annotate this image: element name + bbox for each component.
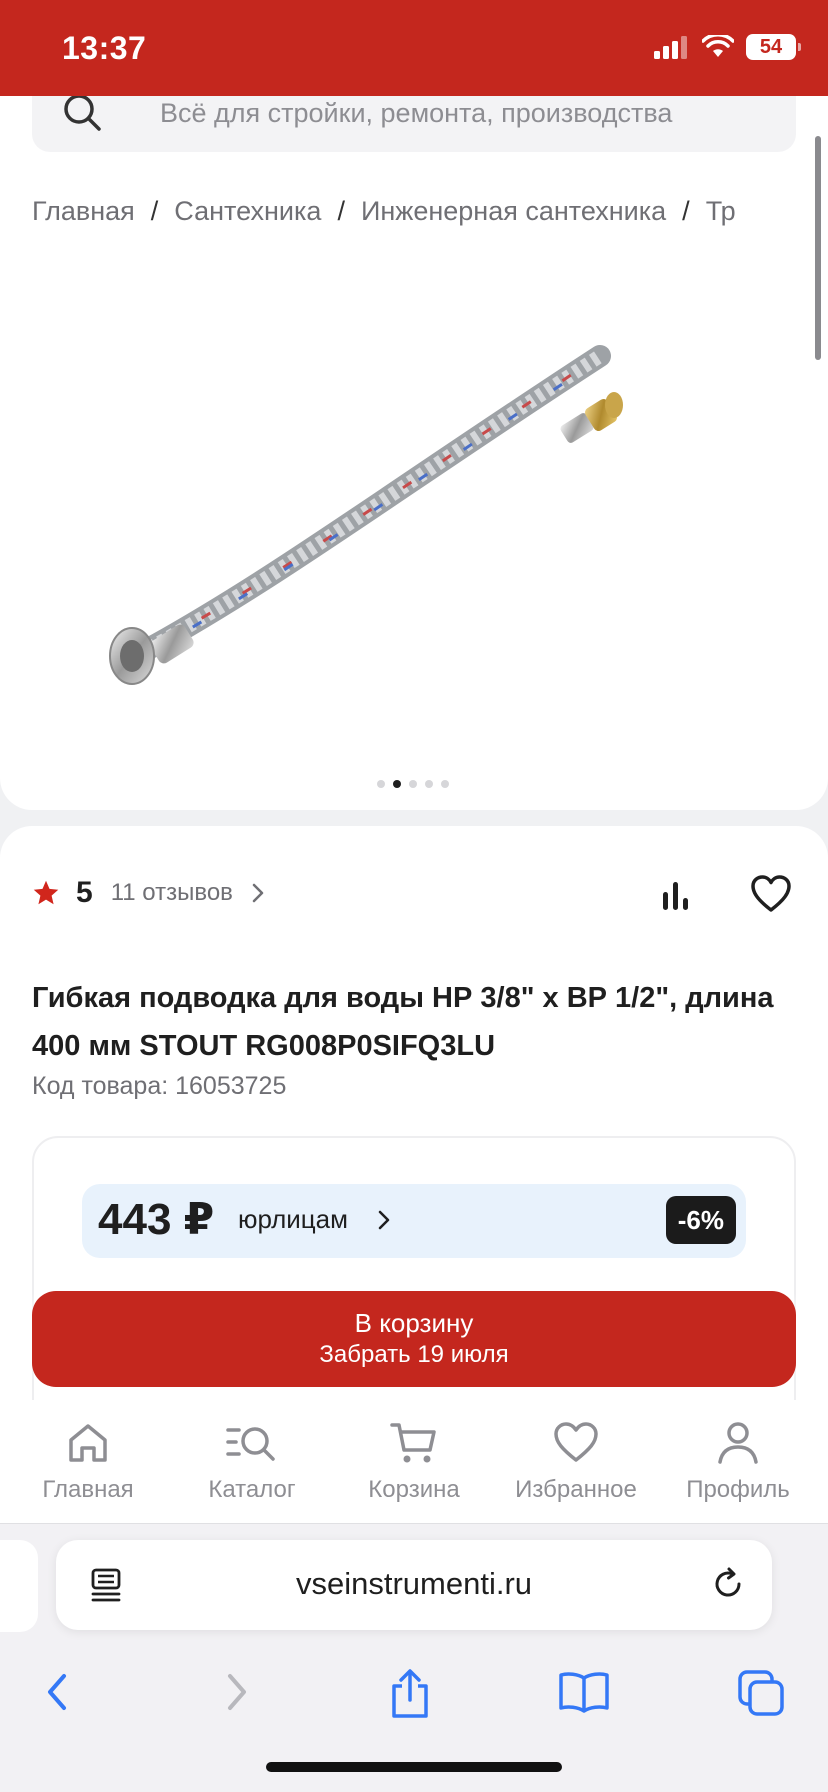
price-value: 443 ₽ xyxy=(98,1195,215,1244)
search-input[interactable]: Всё для стройки, ремонта, производства xyxy=(32,96,796,152)
scrollbar[interactable] xyxy=(815,136,821,360)
add-to-cart-label: В корзину xyxy=(354,1308,474,1338)
tab-home[interactable]: Главная xyxy=(6,1420,170,1504)
rating-value: 5 xyxy=(76,876,93,909)
tab-catalog[interactable]: Каталог xyxy=(170,1420,334,1504)
previous-tab-preview[interactable] xyxy=(0,1540,38,1632)
compare-icon[interactable] xyxy=(660,880,692,912)
chevron-right-icon xyxy=(378,1210,390,1230)
bookmarks-icon[interactable] xyxy=(558,1668,610,1716)
browser-toolbar xyxy=(0,1658,828,1738)
home-icon xyxy=(69,1424,107,1462)
home-indicator xyxy=(266,1762,562,1772)
breadcrumb-separator: / xyxy=(150,196,159,226)
pagination-dot[interactable] xyxy=(441,780,449,788)
breadcrumb-separator: / xyxy=(337,196,345,226)
discount-badge: -6% xyxy=(665,1196,736,1244)
status-icons: 54 xyxy=(654,34,801,60)
breadcrumb: Главная / Сантехника / Инженерная сантехника… xyxy=(32,196,796,236)
chevron-right-icon xyxy=(252,883,264,903)
address-bar[interactable]: vseinstrumenti.ru xyxy=(56,1540,772,1630)
breadcrumb-item[interactable]: Инженерная сантехника xyxy=(361,196,666,227)
product-image[interactable] xyxy=(100,336,740,696)
pickup-date-label: Забрать 19 июля xyxy=(319,1341,509,1368)
signal-icon xyxy=(654,36,687,59)
cart-icon xyxy=(390,1423,436,1463)
star-icon xyxy=(33,880,59,905)
product-gallery-card: Всё для стройки, ремонта, производства Г… xyxy=(0,96,828,810)
price-pill[interactable]: 443 ₽ юрлицам -6% xyxy=(82,1184,746,1258)
favorite-heart-icon[interactable] xyxy=(750,874,792,914)
heart-icon xyxy=(554,1422,598,1462)
breadcrumb-separator: / xyxy=(682,196,690,226)
profile-icon xyxy=(718,1422,758,1464)
pagination-dot[interactable] xyxy=(425,780,433,788)
url-text: vseinstrumenti.ru xyxy=(295,1566,533,1601)
browser-chrome: vseinstrumenti.ru xyxy=(0,1524,828,1792)
add-to-cart-button[interactable]: В корзину Забрать 19 июля xyxy=(32,1291,796,1387)
tabs-icon[interactable] xyxy=(736,1668,786,1718)
reload-icon[interactable] xyxy=(710,1566,746,1602)
tab-label: Профиль xyxy=(686,1476,790,1503)
product-code: Код товара: 16053725 xyxy=(32,1072,287,1100)
wifi-icon xyxy=(702,35,734,57)
status-bar: 13:37 54 xyxy=(0,0,828,96)
tab-label: Каталог xyxy=(208,1476,296,1503)
battery-indicator: 54 xyxy=(746,34,801,60)
legal-entity-price-link[interactable]: юрлицам xyxy=(238,1204,348,1235)
pagination-dot-active[interactable] xyxy=(393,780,401,788)
breadcrumb-item[interactable]: Сантехника xyxy=(174,196,321,227)
price-card: 443 ₽ юрлицам -6% xyxy=(32,1136,796,1436)
share-icon[interactable] xyxy=(388,1668,432,1720)
search-placeholder: Всё для стройки, ремонта, производства xyxy=(160,98,673,128)
tab-profile[interactable]: Профиль xyxy=(656,1420,820,1504)
bottom-tab-bar: Главная Каталог Корзина Избранное Профил… xyxy=(0,1400,828,1524)
status-time: 13:37 xyxy=(62,30,147,66)
tab-label: Главная xyxy=(42,1476,134,1503)
tab-label: Корзина xyxy=(368,1476,460,1503)
pagination-dot[interactable] xyxy=(409,780,417,788)
product-title: Гибкая подводка для воды НР 3/8" х ВР 1/… xyxy=(32,982,774,1062)
pagination-dot[interactable] xyxy=(377,780,385,788)
forward-icon[interactable] xyxy=(218,1668,254,1716)
tab-favorites[interactable]: Избранное xyxy=(494,1420,658,1504)
reviews-link[interactable]: 11 отзывов xyxy=(111,879,233,907)
catalog-search-icon xyxy=(226,1427,275,1461)
breadcrumb-item[interactable]: Главная xyxy=(32,196,135,227)
rating-row[interactable]: 5 11 отзывов xyxy=(32,876,265,910)
breadcrumb-item[interactable]: Тр xyxy=(706,196,736,227)
tab-label: Избранное xyxy=(515,1476,637,1503)
tab-cart[interactable]: Корзина xyxy=(332,1420,496,1504)
search-icon xyxy=(64,96,101,131)
back-icon[interactable] xyxy=(40,1668,76,1716)
gallery-pagination[interactable] xyxy=(377,780,449,788)
